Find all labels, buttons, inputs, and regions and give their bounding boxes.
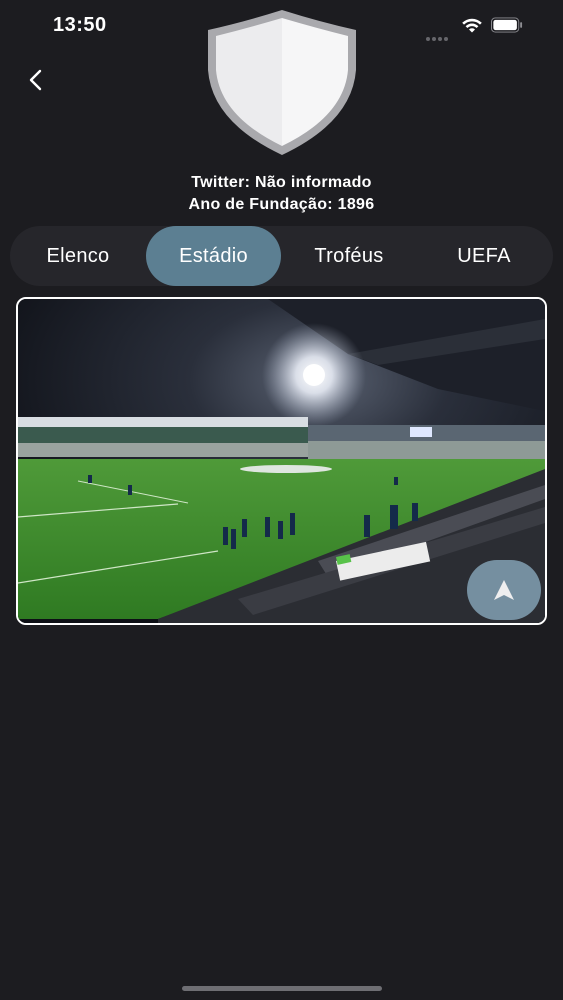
status-time: 13:50 (53, 14, 107, 36)
tab-elenco[interactable]: Elenco (18, 226, 138, 286)
tab-bar: Elenco Estádio Troféus UEFA (10, 226, 553, 286)
founded-text: Ano de Fundação: 1896 (188, 196, 375, 213)
club-info: Twitter: Não informado Ano de Fundação: … (0, 172, 563, 216)
tab-trofeus[interactable]: Troféus (288, 226, 410, 286)
twitter-text: Twitter: Não informado (191, 174, 372, 191)
tab-estadio[interactable]: Estádio (146, 226, 281, 286)
back-button[interactable] (18, 62, 54, 98)
tab-uefa[interactable]: UEFA (420, 226, 548, 286)
signal-icon (426, 28, 450, 46)
stadium-photo (16, 297, 547, 625)
home-indicator (182, 986, 382, 991)
shield-crest-icon (208, 10, 356, 155)
navigate-button[interactable] (467, 560, 541, 620)
navigation-arrow-icon (494, 580, 514, 600)
battery-icon (491, 17, 523, 33)
wifi-icon (462, 18, 482, 33)
chevron-left-icon (29, 69, 42, 91)
